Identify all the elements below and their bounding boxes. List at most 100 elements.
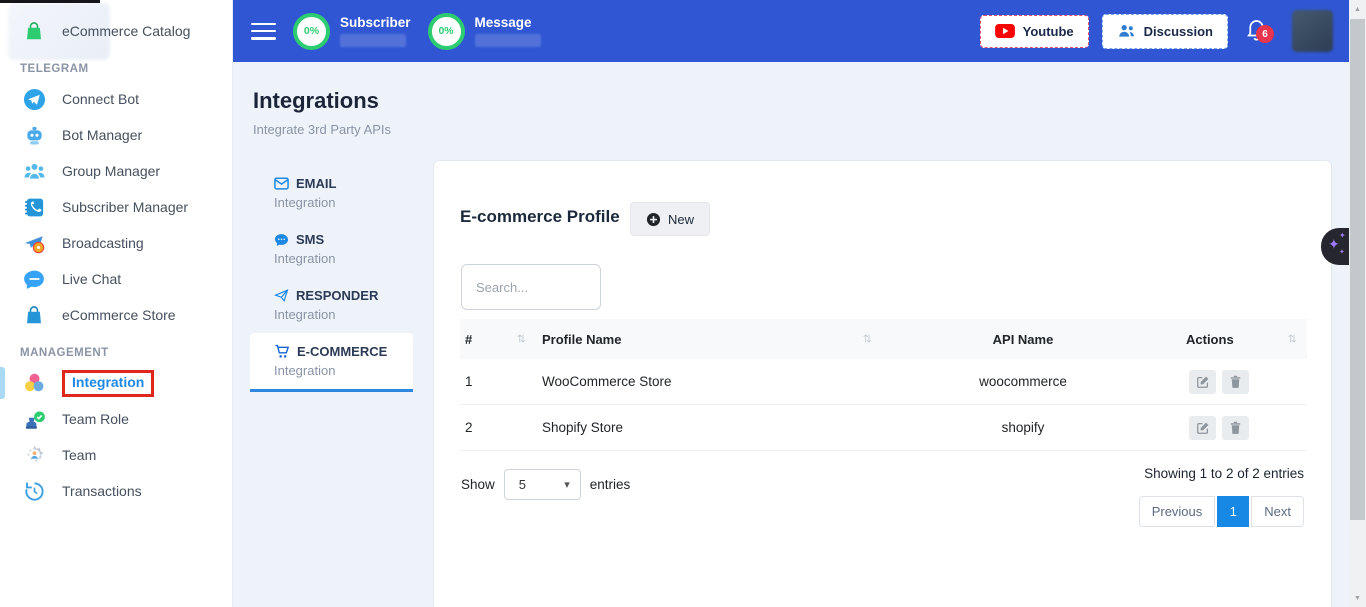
scroll-down-arrow-icon[interactable]: ▼ bbox=[1349, 591, 1366, 605]
discussion-button[interactable]: Discussion bbox=[1102, 14, 1228, 49]
sidebar-item-connect-bot[interactable]: Connect Bot bbox=[0, 81, 232, 117]
subnav-item-subtitle: Integration bbox=[274, 251, 413, 266]
message-percent: 0% bbox=[438, 25, 453, 37]
sidebar-item-label: Group Manager bbox=[62, 163, 160, 179]
edit-button[interactable] bbox=[1189, 416, 1216, 440]
next-page-button[interactable]: Next bbox=[1251, 496, 1304, 527]
group-people-icon bbox=[22, 159, 46, 183]
subnav-item-title: EMAIL bbox=[296, 176, 336, 191]
discussion-button-label: Discussion bbox=[1144, 24, 1213, 39]
sort-icon[interactable]: ⇅ bbox=[1288, 333, 1297, 346]
row-api-name: woocommerce bbox=[882, 374, 1164, 389]
store-bag-icon bbox=[22, 303, 46, 327]
sidebar-item-label: Bot Manager bbox=[62, 127, 142, 143]
subscriber-stat: 0% Subscriber bbox=[293, 13, 411, 50]
row-profile-name: Shopify Store bbox=[536, 420, 882, 435]
subnav-item-ecommerce[interactable]: E-COMMERCE Integration bbox=[250, 333, 413, 392]
notifications-bell[interactable]: 6 bbox=[1245, 16, 1271, 46]
ecommerce-profile-card: E-commerce Profile New #⇅ Profile Name⇅ … bbox=[433, 160, 1332, 607]
entries-select[interactable]: 5 ▾ bbox=[504, 469, 581, 500]
previous-page-button[interactable]: Previous bbox=[1139, 496, 1216, 527]
table-info: Showing 1 to 2 of 2 entries Previous 1 N… bbox=[1139, 466, 1304, 527]
subnav-item-subtitle: Integration bbox=[274, 363, 413, 378]
message-stat: 0% Message bbox=[428, 13, 541, 50]
top-edge-line bbox=[0, 0, 100, 3]
sidebar-item-team[interactable]: Team bbox=[0, 437, 232, 473]
pagination: Previous 1 Next bbox=[1139, 496, 1304, 527]
scrollbar-thumb[interactable] bbox=[1350, 19, 1365, 520]
subnav-item-email[interactable]: EMAIL Integration bbox=[250, 165, 413, 221]
sidebar-item-label: Integration bbox=[72, 374, 144, 390]
shopping-bag-icon bbox=[22, 19, 46, 43]
entries-select-value: 5 bbox=[519, 477, 526, 492]
youtube-icon bbox=[995, 24, 1015, 38]
users-icon bbox=[1117, 23, 1136, 40]
sms-icon bbox=[274, 233, 289, 247]
message-progress-ring: 0% bbox=[428, 13, 465, 50]
page-title: Integrations bbox=[253, 88, 379, 114]
edit-button[interactable] bbox=[1189, 370, 1216, 394]
entries-control: Show 5 ▾ entries bbox=[461, 469, 630, 500]
subnav-item-responder[interactable]: RESPONDER Integration bbox=[250, 277, 413, 333]
new-profile-button[interactable]: New bbox=[630, 202, 710, 236]
sidebar-item-broadcasting[interactable]: Broadcasting bbox=[0, 225, 232, 261]
sidebar-item-ecommerce-store[interactable]: eCommerce Store bbox=[0, 297, 232, 333]
subscriber-count-redacted bbox=[340, 34, 406, 47]
sidebar-item-team-role[interactable]: Team Role bbox=[0, 401, 232, 437]
active-indicator bbox=[0, 367, 5, 399]
broadcast-plane-icon bbox=[22, 231, 46, 255]
user-avatar[interactable] bbox=[1292, 10, 1333, 52]
plus-circle-icon bbox=[646, 212, 661, 227]
row-profile-name: WooCommerce Store bbox=[536, 374, 882, 389]
ai-assistant-button[interactable]: ✦ ✦ ✦ bbox=[1321, 228, 1349, 265]
entries-label: entries bbox=[590, 477, 631, 492]
subscriber-progress-ring: 0% bbox=[293, 13, 330, 50]
integration-subnav: EMAIL Integration SMS Integration RESPON… bbox=[250, 165, 413, 392]
sidebar-item-label: Broadcasting bbox=[62, 235, 144, 251]
email-icon bbox=[274, 177, 289, 190]
menu-toggle-icon[interactable] bbox=[251, 23, 276, 40]
sidebar-item-integration[interactable]: Integration bbox=[0, 365, 232, 401]
team-gear-icon bbox=[22, 443, 46, 467]
current-page-button[interactable]: 1 bbox=[1217, 496, 1249, 527]
card-heading: E-commerce Profile bbox=[460, 207, 620, 227]
subscriber-percent: 0% bbox=[304, 25, 319, 37]
sidebar-item-group-manager[interactable]: Group Manager bbox=[0, 153, 232, 189]
col-header-profile: Profile Name bbox=[542, 332, 621, 347]
cart-icon bbox=[274, 344, 290, 359]
subnav-item-sms[interactable]: SMS Integration bbox=[250, 221, 413, 277]
sparkle-icon: ✦ bbox=[1339, 248, 1345, 256]
notification-count-badge: 6 bbox=[1256, 25, 1274, 43]
sidebar: eCommerce Catalog TELEGRAM Connect Bot B… bbox=[0, 0, 233, 607]
sidebar-item-bot-manager[interactable]: Bot Manager bbox=[0, 117, 232, 153]
sidebar-item-live-chat[interactable]: Live Chat bbox=[0, 261, 232, 297]
subnav-item-subtitle: Integration bbox=[274, 307, 413, 322]
sidebar-item-label: Team Role bbox=[62, 411, 129, 427]
telegram-plane-icon bbox=[22, 87, 46, 111]
sidebar-item-transactions[interactable]: Transactions bbox=[0, 473, 232, 509]
youtube-button-label: Youtube bbox=[1023, 24, 1074, 39]
sidebar-item-ecommerce-catalog[interactable]: eCommerce Catalog bbox=[0, 13, 232, 49]
chat-bubble-icon bbox=[22, 267, 46, 291]
delete-button[interactable] bbox=[1222, 416, 1249, 440]
sidebar-item-subscriber-manager[interactable]: Subscriber Manager bbox=[0, 189, 232, 225]
scroll-up-arrow-icon[interactable]: ▲ bbox=[1349, 2, 1366, 16]
profiles-table: #⇅ Profile Name⇅ API Name Actions⇅ 1 Woo… bbox=[460, 319, 1307, 451]
contact-book-icon bbox=[22, 195, 46, 219]
scrollbar[interactable]: ▲ ▼ bbox=[1349, 0, 1366, 607]
robot-icon bbox=[22, 123, 46, 147]
search-input[interactable] bbox=[461, 264, 601, 310]
responder-plane-icon bbox=[274, 288, 289, 303]
message-label: Message bbox=[475, 15, 541, 30]
youtube-button[interactable]: Youtube bbox=[980, 15, 1089, 48]
delete-button[interactable] bbox=[1222, 370, 1249, 394]
table-row: 1 WooCommerce Store woocommerce bbox=[460, 359, 1307, 405]
col-header-num: # bbox=[465, 332, 472, 347]
subscriber-label: Subscriber bbox=[340, 15, 411, 30]
subnav-item-title: RESPONDER bbox=[296, 288, 378, 303]
col-header-actions: Actions bbox=[1186, 332, 1234, 347]
sort-icon[interactable]: ⇅ bbox=[863, 333, 872, 346]
annotation-highlight: Integration bbox=[62, 370, 154, 397]
sparkle-icon: ✦ bbox=[1328, 236, 1340, 253]
sort-icon[interactable]: ⇅ bbox=[517, 333, 526, 346]
